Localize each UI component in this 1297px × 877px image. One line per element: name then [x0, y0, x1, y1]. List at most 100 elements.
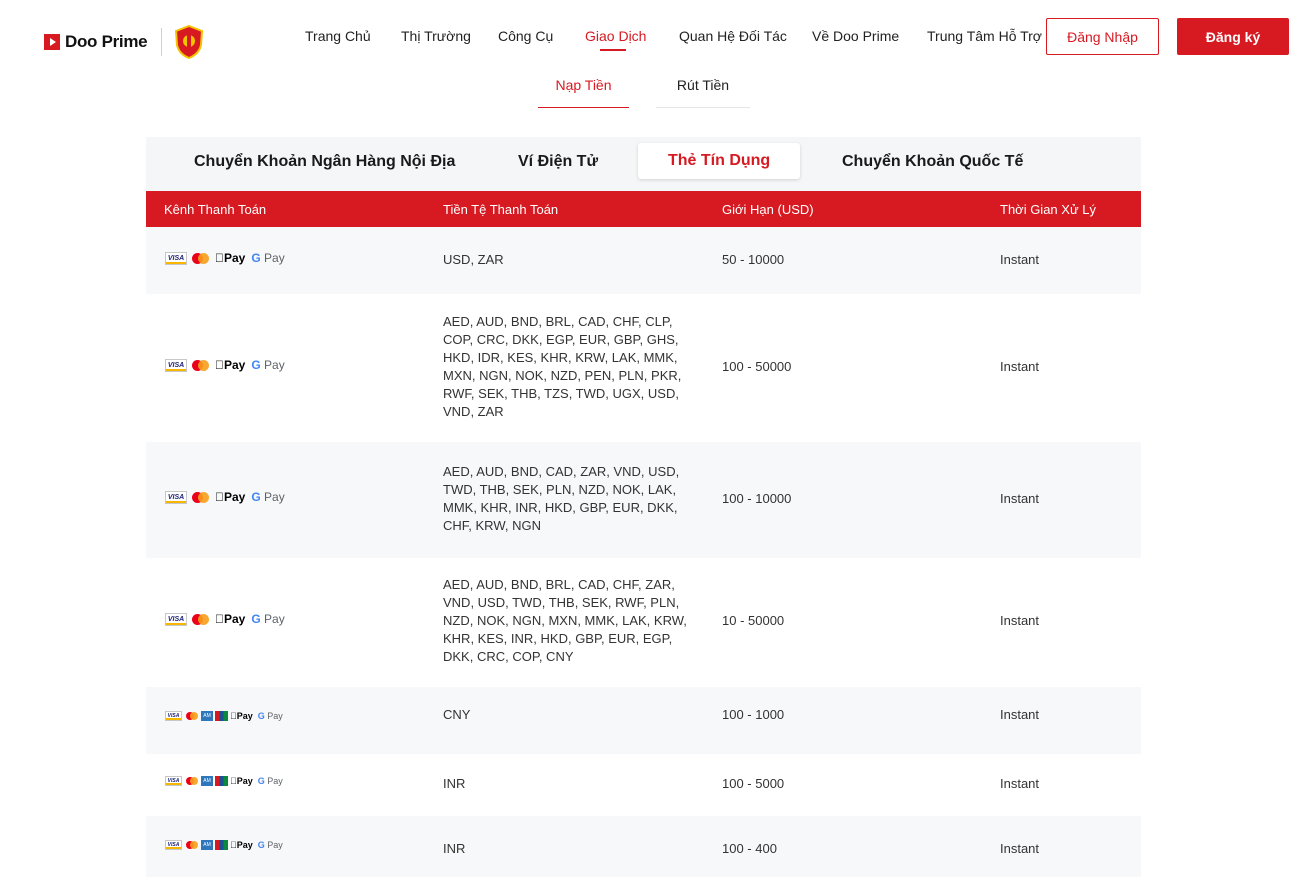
table-row: VISA Pay G Pay AED, AUD, BND, BRL, CAD,… [146, 294, 1141, 442]
payment-channel-icons: VISA Pay G Pay [165, 490, 288, 504]
nav-item-tools[interactable]: Công Cụ [498, 28, 553, 44]
amex-icon: AM [201, 711, 213, 721]
row-limit: 100 - 1000 [722, 707, 785, 722]
apple-pay-label: Pay [215, 358, 245, 372]
visa-icon: VISA [165, 251, 187, 265]
google-pay-icon: G Pay [251, 358, 284, 372]
mastercard-icon [190, 491, 212, 504]
header-payment-channel: Kênh Thanh Toán [164, 202, 267, 217]
mastercard-icon [184, 840, 199, 850]
header-currency: Tiền Tệ Thanh Toán [443, 202, 559, 217]
row-currencies: USD, ZAR [443, 252, 504, 267]
tab-credit-card[interactable]: Thẻ Tín Dụng [638, 143, 801, 179]
doo-prime-logo-icon [44, 34, 60, 50]
google-pay-icon: G Pay [251, 612, 284, 626]
table-row: VISA AM Pay G Pay INR 100 - 400 Instant [146, 816, 1141, 877]
tab-domestic-bank-transfer[interactable]: Chuyển Khoản Ngân Hàng Nội Địa [194, 153, 455, 171]
tab-international-transfer[interactable]: Chuyển Khoản Quốc Tế [842, 153, 1023, 171]
nav-active-indicator [600, 49, 626, 51]
apple-pay-icon: Pay [215, 490, 245, 504]
payment-method-tabs: Chuyển Khoản Ngân Hàng Nội Địa Ví Điện T… [146, 137, 1141, 191]
header-limit: Giới Hạn (USD) [722, 202, 814, 217]
nav-item-markets[interactable]: Thị Trường [401, 28, 471, 44]
apple-pay-icon: Pay [230, 776, 253, 786]
apple-pay-label: Pay [215, 490, 245, 504]
apple-pay-label: Pay [215, 612, 245, 626]
row-limit: 10 - 50000 [722, 613, 785, 628]
google-pay-label: Pay [260, 711, 283, 721]
apple-pay-label: Pay [230, 776, 253, 786]
row-limit: 100 - 5000 [722, 776, 785, 791]
register-button[interactable]: Đăng ký [1177, 18, 1289, 55]
row-limit: 50 - 10000 [722, 252, 785, 267]
row-currencies: AED, AUD, BND, BRL, CAD, CHF, CLP, COP, … [443, 314, 682, 419]
apple-pay-icon: Pay [230, 840, 253, 850]
google-pay-label: Pay [260, 776, 283, 786]
nav-item-trading[interactable]: Giao Dịch [585, 28, 646, 44]
google-pay-label: Pay [255, 490, 285, 504]
visa-icon: VISA [165, 358, 187, 372]
mastercard-icon [184, 711, 199, 721]
payment-channel-icons: VISA Pay G Pay [165, 358, 288, 372]
row-processing-time: Instant [1000, 252, 1040, 267]
table-row: VISA AM Pay G Pay INR 100 - 5000 Instan… [146, 754, 1141, 816]
visa-icon: VISA [165, 840, 182, 850]
payment-channel-icons: VISA AM Pay G Pay [165, 840, 286, 850]
tab-e-wallet[interactable]: Ví Điện Tử [518, 153, 598, 171]
nav-item-home[interactable]: Trang Chủ [305, 28, 371, 44]
unionpay-icon [215, 840, 228, 850]
nav-item-support[interactable]: Trung Tâm Hỗ Trợ [927, 28, 1042, 44]
mastercard-icon [190, 359, 212, 372]
tab-deposit[interactable]: Nạp Tiền [538, 77, 629, 108]
google-g-mark: G [251, 840, 265, 850]
table-header: Kênh Thanh Toán Tiền Tệ Thanh Toán Giới … [146, 191, 1141, 227]
amex-icon: AM [201, 776, 213, 786]
row-limit: 100 - 400 [722, 841, 777, 856]
google-pay-label: Pay [255, 612, 285, 626]
amex-icon: AM [201, 840, 213, 850]
manchester-united-crest-icon [175, 25, 204, 59]
row-currencies: AED, AUD, BND, CAD, ZAR, VND, USD, TWD, … [443, 464, 680, 533]
row-limit: 100 - 50000 [722, 359, 792, 374]
payment-channel-icons: VISA Pay G Pay [165, 612, 288, 626]
tab-withdraw[interactable]: Rút Tiền [656, 77, 750, 108]
apple-pay-label: Pay [215, 251, 245, 265]
mastercard-icon [190, 252, 212, 265]
row-processing-time: Instant [1000, 776, 1040, 791]
row-currencies: CNY [443, 707, 471, 722]
google-g-mark: G [242, 251, 260, 265]
payment-channel-icons: VISA Pay G Pay [165, 251, 288, 265]
google-pay-icon: G Pay [251, 251, 284, 265]
apple-pay-icon: Pay [215, 251, 245, 265]
google-pay-label: Pay [260, 840, 283, 850]
google-g-mark: G [242, 358, 260, 372]
row-processing-time: Instant [1000, 613, 1040, 628]
google-pay-label: Pay [255, 358, 285, 372]
row-processing-time: Instant [1000, 841, 1040, 856]
payment-channel-icons: VISA AM Pay G Pay [165, 776, 286, 786]
logo-divider [161, 28, 163, 56]
nav-item-about[interactable]: Về Doo Prime [812, 28, 899, 44]
row-currencies: AED, AUD, BND, BRL, CAD, CHF, ZAR, VND, … [443, 577, 687, 664]
row-currencies: INR [443, 841, 466, 856]
nav-item-partnership[interactable]: Quan Hệ Đối Tác [679, 28, 787, 44]
google-pay-icon: G Pay [258, 840, 283, 850]
payment-table: Kênh Thanh Toán Tiền Tệ Thanh Toán Giới … [146, 191, 1141, 877]
google-g-mark: G [251, 711, 265, 721]
visa-icon: VISA [165, 612, 187, 626]
row-processing-time: Instant [1000, 359, 1040, 374]
login-button[interactable]: Đăng Nhập [1046, 18, 1159, 55]
google-g-mark: G [242, 612, 260, 626]
google-pay-icon: G Pay [251, 490, 284, 504]
google-pay-label: Pay [255, 251, 285, 265]
brand-logo[interactable]: Doo Prime [44, 25, 204, 59]
row-processing-time: Instant [1000, 491, 1040, 506]
google-pay-icon: G Pay [258, 711, 283, 721]
google-pay-icon: G Pay [258, 776, 283, 786]
site-header: Doo Prime Trang Chủ Thị Trường Công Cụ G… [0, 0, 1297, 72]
row-limit: 100 - 10000 [722, 491, 792, 506]
visa-icon: VISA [165, 776, 182, 786]
payment-channel-icons: VISA AM Pay G Pay [165, 711, 286, 721]
unionpay-icon [215, 776, 228, 786]
visa-icon: VISA [165, 490, 187, 504]
